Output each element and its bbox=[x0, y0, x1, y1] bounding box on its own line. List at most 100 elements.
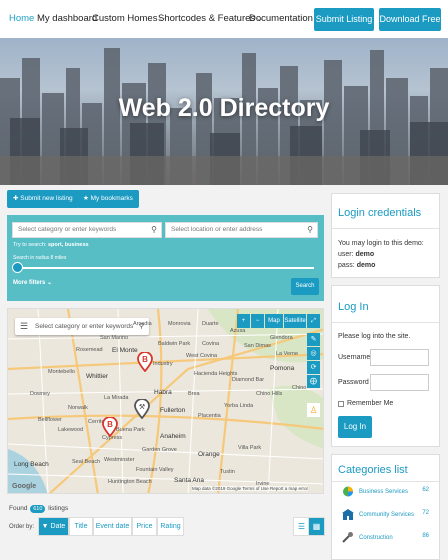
nav-documentation[interactable]: Documentation bbox=[249, 13, 313, 24]
zoom-in-button[interactable]: + bbox=[237, 314, 250, 328]
map-place-label: Buena Park bbox=[116, 427, 145, 433]
category-count: 72 bbox=[422, 510, 429, 516]
order-rating-button[interactable]: Rating bbox=[157, 517, 184, 536]
search-button[interactable]: Search bbox=[291, 278, 319, 295]
login-button[interactable]: Log In bbox=[338, 416, 372, 438]
map-attribution: Map data ©2019 Google Terms of Use Repor… bbox=[192, 486, 309, 491]
nav-shortcodes[interactable]: Shortcodes & Features ⌵ bbox=[158, 13, 262, 24]
map-place-label: Duarte bbox=[202, 321, 219, 327]
divider bbox=[332, 322, 439, 323]
crosshair-icon: ⨁ bbox=[310, 378, 317, 385]
login-widget: Log In Please log into the site. Usernam… bbox=[331, 285, 440, 447]
map-place-label: El Monte bbox=[112, 347, 138, 354]
pass-label: pass: bbox=[338, 262, 355, 269]
community-services-icon bbox=[342, 509, 354, 520]
map-type-satellite-button[interactable]: Satellite bbox=[284, 314, 306, 328]
map-place-label: Anaheim bbox=[160, 433, 186, 440]
nav-custom-homes-label: Custom Homes bbox=[92, 13, 158, 24]
nav-custom-homes[interactable]: Custom Homes ⌵ bbox=[92, 13, 165, 24]
radius-slider-track[interactable] bbox=[16, 267, 314, 269]
submit-listing-button[interactable]: Submit Listing bbox=[314, 8, 374, 31]
draw-area-button[interactable]: ✎ bbox=[307, 333, 320, 346]
nav-home[interactable]: Home bbox=[9, 13, 34, 24]
map-place-label: Orange bbox=[198, 451, 220, 458]
pencil-icon: ✎ bbox=[310, 336, 317, 343]
hero-banner: Web 2.0 Directory bbox=[0, 38, 448, 185]
business-services-icon bbox=[343, 486, 353, 497]
submit-new-listing-label: Submit new listing bbox=[20, 195, 73, 202]
map-place-label: Downey bbox=[30, 391, 50, 397]
my-bookmarks-button[interactable]: ★ My bookmarks bbox=[77, 190, 139, 208]
grid-view-button[interactable]: ▦ bbox=[308, 517, 325, 536]
map-marker-pin[interactable]: B bbox=[137, 352, 153, 372]
category-link[interactable]: Community Services bbox=[359, 512, 414, 518]
map-place-label: Industry bbox=[153, 361, 173, 367]
my-location-button[interactable]: ⨁ bbox=[307, 375, 320, 388]
map-search-input[interactable]: ☰ Select category or enter keywords ⚲ bbox=[15, 318, 149, 335]
try-label: Try to search: bbox=[13, 242, 47, 248]
map-place-label: Villa Park bbox=[238, 445, 262, 451]
map-place-label: Brea bbox=[188, 391, 200, 397]
grid-view-icon: ▦ bbox=[312, 522, 321, 531]
user-label: user: bbox=[338, 251, 354, 258]
svg-text:B: B bbox=[142, 355, 148, 364]
map-place-label: San Marino bbox=[100, 335, 129, 341]
radius-slider-handle[interactable] bbox=[12, 262, 23, 273]
hero-title: Web 2.0 Directory bbox=[118, 94, 330, 122]
category-link[interactable]: Construction bbox=[359, 535, 393, 541]
zoom-out-button[interactable]: − bbox=[251, 314, 264, 328]
map-place-label: Long Beach bbox=[14, 461, 49, 468]
top-nav: Home My dashboard Custom Homes ⌵ Shortcod… bbox=[0, 0, 448, 38]
search-panel: Select category or enter keywords ⚲ Sele… bbox=[7, 215, 324, 301]
username-input[interactable] bbox=[370, 349, 429, 366]
refresh-icon: ⟳ bbox=[310, 364, 317, 371]
credentials-user: user: demo bbox=[338, 251, 374, 258]
map-place-label: Westminster bbox=[104, 457, 135, 463]
order-date-label: Date bbox=[50, 523, 66, 530]
results-count: Found 610 listings bbox=[9, 505, 68, 513]
more-filters-link[interactable]: More filters ⌄ bbox=[13, 279, 52, 286]
more-filters-label: More filters bbox=[13, 280, 46, 286]
map-place-label: Azusa bbox=[230, 328, 246, 334]
map-place-label: Arcadia bbox=[133, 321, 152, 327]
map-type-map-button[interactable]: Map bbox=[265, 314, 283, 328]
try-terms-link[interactable]: sport, business bbox=[48, 242, 89, 248]
submit-new-listing-button[interactable]: ✚ Submit new listing bbox=[7, 190, 79, 208]
order-event-date-button[interactable]: Event date bbox=[93, 517, 132, 536]
map-place-label: Monrovia bbox=[168, 321, 191, 327]
location-search-input[interactable]: Select location or enter address ⚲ bbox=[165, 222, 318, 238]
map-place-label: Diamond Bar bbox=[232, 377, 265, 383]
map-place-label: West Covina bbox=[186, 353, 218, 359]
map-place-label: Santa Ana bbox=[174, 477, 204, 484]
download-free-button[interactable]: Download Free bbox=[379, 8, 441, 31]
nav-my-dashboard[interactable]: My dashboard bbox=[37, 13, 97, 24]
order-price-button[interactable]: Price bbox=[132, 517, 157, 536]
radius-tool-button[interactable]: ◎ bbox=[307, 347, 320, 360]
password-input[interactable] bbox=[370, 374, 429, 391]
menu-icon: ☰ bbox=[20, 321, 29, 331]
login-intro: Please log into the site. bbox=[338, 333, 411, 340]
category-link[interactable]: Business Services bbox=[359, 489, 408, 495]
divider bbox=[332, 481, 439, 482]
radius-label: Search in radius 8 miles bbox=[13, 255, 67, 261]
street-view-pegman-icon[interactable]: ♙ bbox=[307, 403, 320, 417]
map-place-label: Hacienda Heights bbox=[194, 371, 238, 377]
svg-text:⚒: ⚒ bbox=[139, 403, 145, 411]
username-label: Username bbox=[338, 354, 371, 361]
order-by-label: Order by: bbox=[9, 524, 35, 530]
map-marker-wrench[interactable]: ⚒ bbox=[134, 399, 150, 419]
google-logo: Google bbox=[12, 483, 37, 490]
login-credentials-title: Login credentials bbox=[338, 207, 422, 219]
order-date-button[interactable]: ▼ Date bbox=[38, 517, 69, 536]
listings-map[interactable]: ☰ Select category or enter keywords ⚲ + … bbox=[7, 308, 324, 494]
map-marker-pin[interactable]: B bbox=[102, 417, 118, 437]
search-icon: ⚲ bbox=[151, 225, 157, 234]
fullscreen-button[interactable]: ⤢ bbox=[307, 314, 320, 328]
map-place-label: Glendora bbox=[270, 335, 293, 341]
my-bookmarks-label: My bookmarks bbox=[90, 195, 133, 202]
chevron-down-icon: ⌄ bbox=[47, 280, 53, 286]
category-search-input[interactable]: Select category or enter keywords ⚲ bbox=[12, 222, 162, 238]
order-title-button[interactable]: Title bbox=[69, 517, 93, 536]
reload-map-button[interactable]: ⟳ bbox=[307, 361, 320, 374]
remember-me-checkbox[interactable] bbox=[338, 401, 344, 407]
